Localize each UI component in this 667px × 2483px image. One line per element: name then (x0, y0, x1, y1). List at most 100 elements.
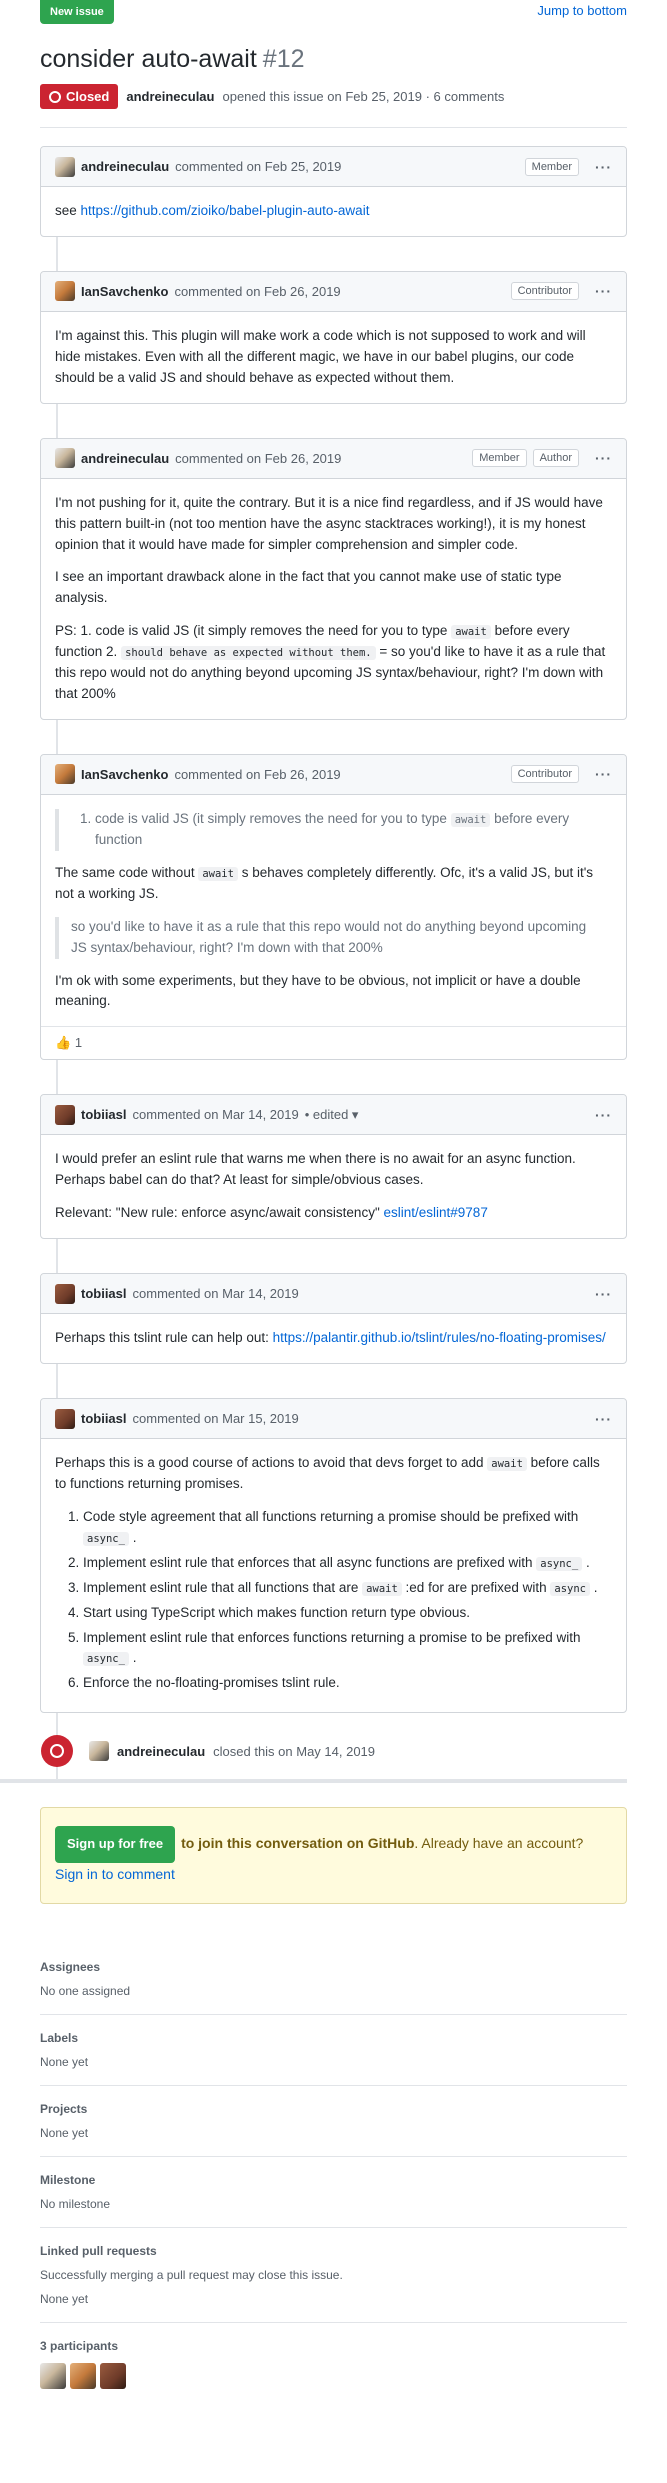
avatar[interactable] (55, 1104, 75, 1125)
comment-text: I'm against this. This plugin will make … (55, 327, 586, 385)
participants-list (40, 2363, 627, 2390)
comment-author[interactable]: andreineculau (81, 451, 169, 466)
comment-text: The same code without await s behaves co… (55, 864, 594, 901)
comment-author[interactable]: andreineculau (81, 159, 169, 174)
inline-code: await (487, 1457, 527, 1472)
list-item: Implement eslint rule that enforces func… (83, 1628, 612, 1670)
comment-date[interactable]: commented on Feb 26, 2019 (175, 451, 341, 466)
linked-prs-heading[interactable]: Linked pull requests (40, 2244, 627, 2258)
avatar[interactable] (40, 2363, 66, 2390)
blockquote: code is valid JS (it simply removes the … (55, 808, 612, 851)
thumbs-up-reaction[interactable]: 👍 1 (55, 1035, 82, 1051)
comment-text: I'm not pushing for it, quite the contra… (55, 494, 603, 552)
inline-code: await (451, 625, 491, 640)
linked-prs-value: None yet (40, 2292, 89, 2307)
issue-opened-text: opened this issue on Feb 25, 2019 · 6 co… (222, 89, 505, 104)
closed-by-user[interactable]: andreineculau (117, 1744, 205, 1759)
contributor-badge: Contributor (510, 765, 579, 784)
comment-date[interactable]: commented on Feb 26, 2019 (174, 767, 340, 782)
milestone-section: Milestone No milestone (40, 2157, 627, 2229)
edited-dropdown[interactable]: • edited ▾ (305, 1107, 359, 1123)
inline-code: await (198, 866, 238, 881)
comment-author[interactable]: tobiiasl (81, 1411, 127, 1426)
avatar[interactable] (55, 448, 75, 469)
issue-author[interactable]: andreineculau (126, 89, 214, 104)
comment-header: tobiiasl commented on Mar 14, 2019 • edi… (41, 1095, 626, 1136)
top-bar: New issue Jump to bottom (0, 0, 667, 28)
comment-text: Relevant: "New rule: enforce async/await… (55, 1205, 488, 1221)
more-options-icon[interactable]: ··· (595, 1411, 612, 1427)
labels-value: None yet (40, 2055, 89, 2070)
more-options-icon[interactable]: ··· (595, 1286, 612, 1302)
issue-meta: Closed andreineculau opened this issue o… (0, 74, 667, 109)
linked-prs-note: Successfully merging a pull request may … (40, 2268, 343, 2283)
issue-reference-link[interactable]: eslint/eslint#9787 (384, 1205, 488, 1220)
comment-text: I'm ok with some experiments, but they h… (55, 972, 581, 1009)
signup-text: to join this conversation on GitHub (181, 1835, 415, 1852)
avatar[interactable] (55, 1408, 75, 1429)
labels-heading[interactable]: Labels (40, 2031, 627, 2045)
more-options-icon[interactable]: ··· (595, 159, 612, 175)
inline-code: await (362, 1581, 402, 1596)
inline-code: async_ (83, 1531, 129, 1546)
comment-link[interactable]: https://github.com/zioiko/babel-plugin-a… (81, 203, 370, 218)
comment-author[interactable]: tobiiasl (81, 1286, 127, 1301)
thumbs-up-icon: 👍 (55, 1035, 72, 1051)
issue-title-text: consider auto-await (40, 45, 257, 73)
issue-closed-icon (49, 90, 61, 103)
comment-header: IanSavchenko commented on Feb 26, 2019 C… (41, 271, 626, 312)
comment-text: I would prefer an eslint rule that warns… (55, 1151, 576, 1188)
sign-up-button[interactable]: Sign up for free (55, 1826, 176, 1864)
comment: andreineculau commented on Feb 25, 2019 … (40, 146, 627, 237)
avatar[interactable] (70, 2363, 96, 2390)
comment-body: I would prefer an eslint rule that warns… (41, 1135, 626, 1238)
author-badge: Author (532, 449, 579, 468)
status-label: Closed (66, 89, 110, 104)
more-options-icon[interactable]: ··· (595, 766, 612, 782)
list-item: Implement eslint rule that enforces that… (83, 1553, 612, 1574)
new-issue-button[interactable]: New issue (40, 0, 114, 24)
avatar[interactable] (55, 281, 75, 302)
jump-to-bottom-link[interactable]: Jump to bottom (537, 3, 627, 18)
tslint-rule-link[interactable]: https://palantir.github.io/tslint/rules/… (273, 1330, 606, 1345)
avatar[interactable] (89, 1741, 109, 1762)
more-options-icon[interactable]: ··· (595, 1107, 612, 1123)
inline-code: async_ (536, 1556, 583, 1571)
comment-header: tobiiasl commented on Mar 15, 2019 ··· (41, 1399, 626, 1440)
comment-text: Perhaps this tslint rule can help out: h… (55, 1330, 606, 1346)
comment-date[interactable]: commented on Mar 14, 2019 (133, 1286, 299, 1301)
linked-prs-section: Linked pull requests Successfully mergin… (40, 2228, 627, 2324)
comment-body: I'm against this. This plugin will make … (41, 312, 626, 403)
assignees-heading[interactable]: Assignees (40, 1960, 627, 1974)
milestone-heading[interactable]: Milestone (40, 2173, 627, 2187)
comment-date[interactable]: commented on Feb 25, 2019 (175, 159, 341, 174)
avatar[interactable] (55, 764, 75, 785)
comment-author[interactable]: IanSavchenko (81, 284, 168, 299)
projects-value: None yet (40, 2126, 89, 2141)
issue-number: #12 (262, 45, 305, 73)
avatar[interactable] (55, 1283, 75, 1304)
comment-body: code is valid JS (it simply removes the … (41, 795, 626, 1026)
sign-in-link[interactable]: Sign in to comment (55, 1866, 175, 1882)
labels-section: Labels None yet (40, 2015, 627, 2087)
member-badge: Member (524, 157, 579, 176)
list-item: Implement eslint rule that all functions… (83, 1578, 612, 1599)
comment-date[interactable]: commented on Mar 15, 2019 (133, 1411, 299, 1426)
comment-text: PS: 1. code is valid JS (it simply remov… (55, 623, 606, 702)
inline-code: should behave as expected without them. (121, 646, 376, 661)
closed-event: andreineculau closed this on May 14, 201… (40, 1713, 627, 1779)
assignees-value: No one assigned (40, 1984, 131, 1999)
more-options-icon[interactable]: ··· (595, 450, 612, 466)
more-options-icon[interactable]: ··· (595, 283, 612, 299)
avatar[interactable] (100, 2363, 126, 2390)
projects-heading[interactable]: Projects (40, 2102, 627, 2116)
avatar[interactable] (55, 156, 75, 177)
comment-date[interactable]: commented on Mar 14, 2019 (133, 1107, 299, 1122)
issue-closed-icon (41, 1735, 73, 1768)
closed-event-text: closed this on May 14, 2019 (213, 1743, 376, 1759)
comment: IanSavchenko commented on Feb 26, 2019 C… (40, 270, 627, 404)
comment-date[interactable]: commented on Feb 26, 2019 (174, 284, 340, 299)
comment-author[interactable]: IanSavchenko (81, 767, 168, 782)
comment-author[interactable]: tobiiasl (81, 1107, 127, 1122)
comment: tobiiasl commented on Mar 15, 2019 ··· P… (40, 1398, 627, 1714)
